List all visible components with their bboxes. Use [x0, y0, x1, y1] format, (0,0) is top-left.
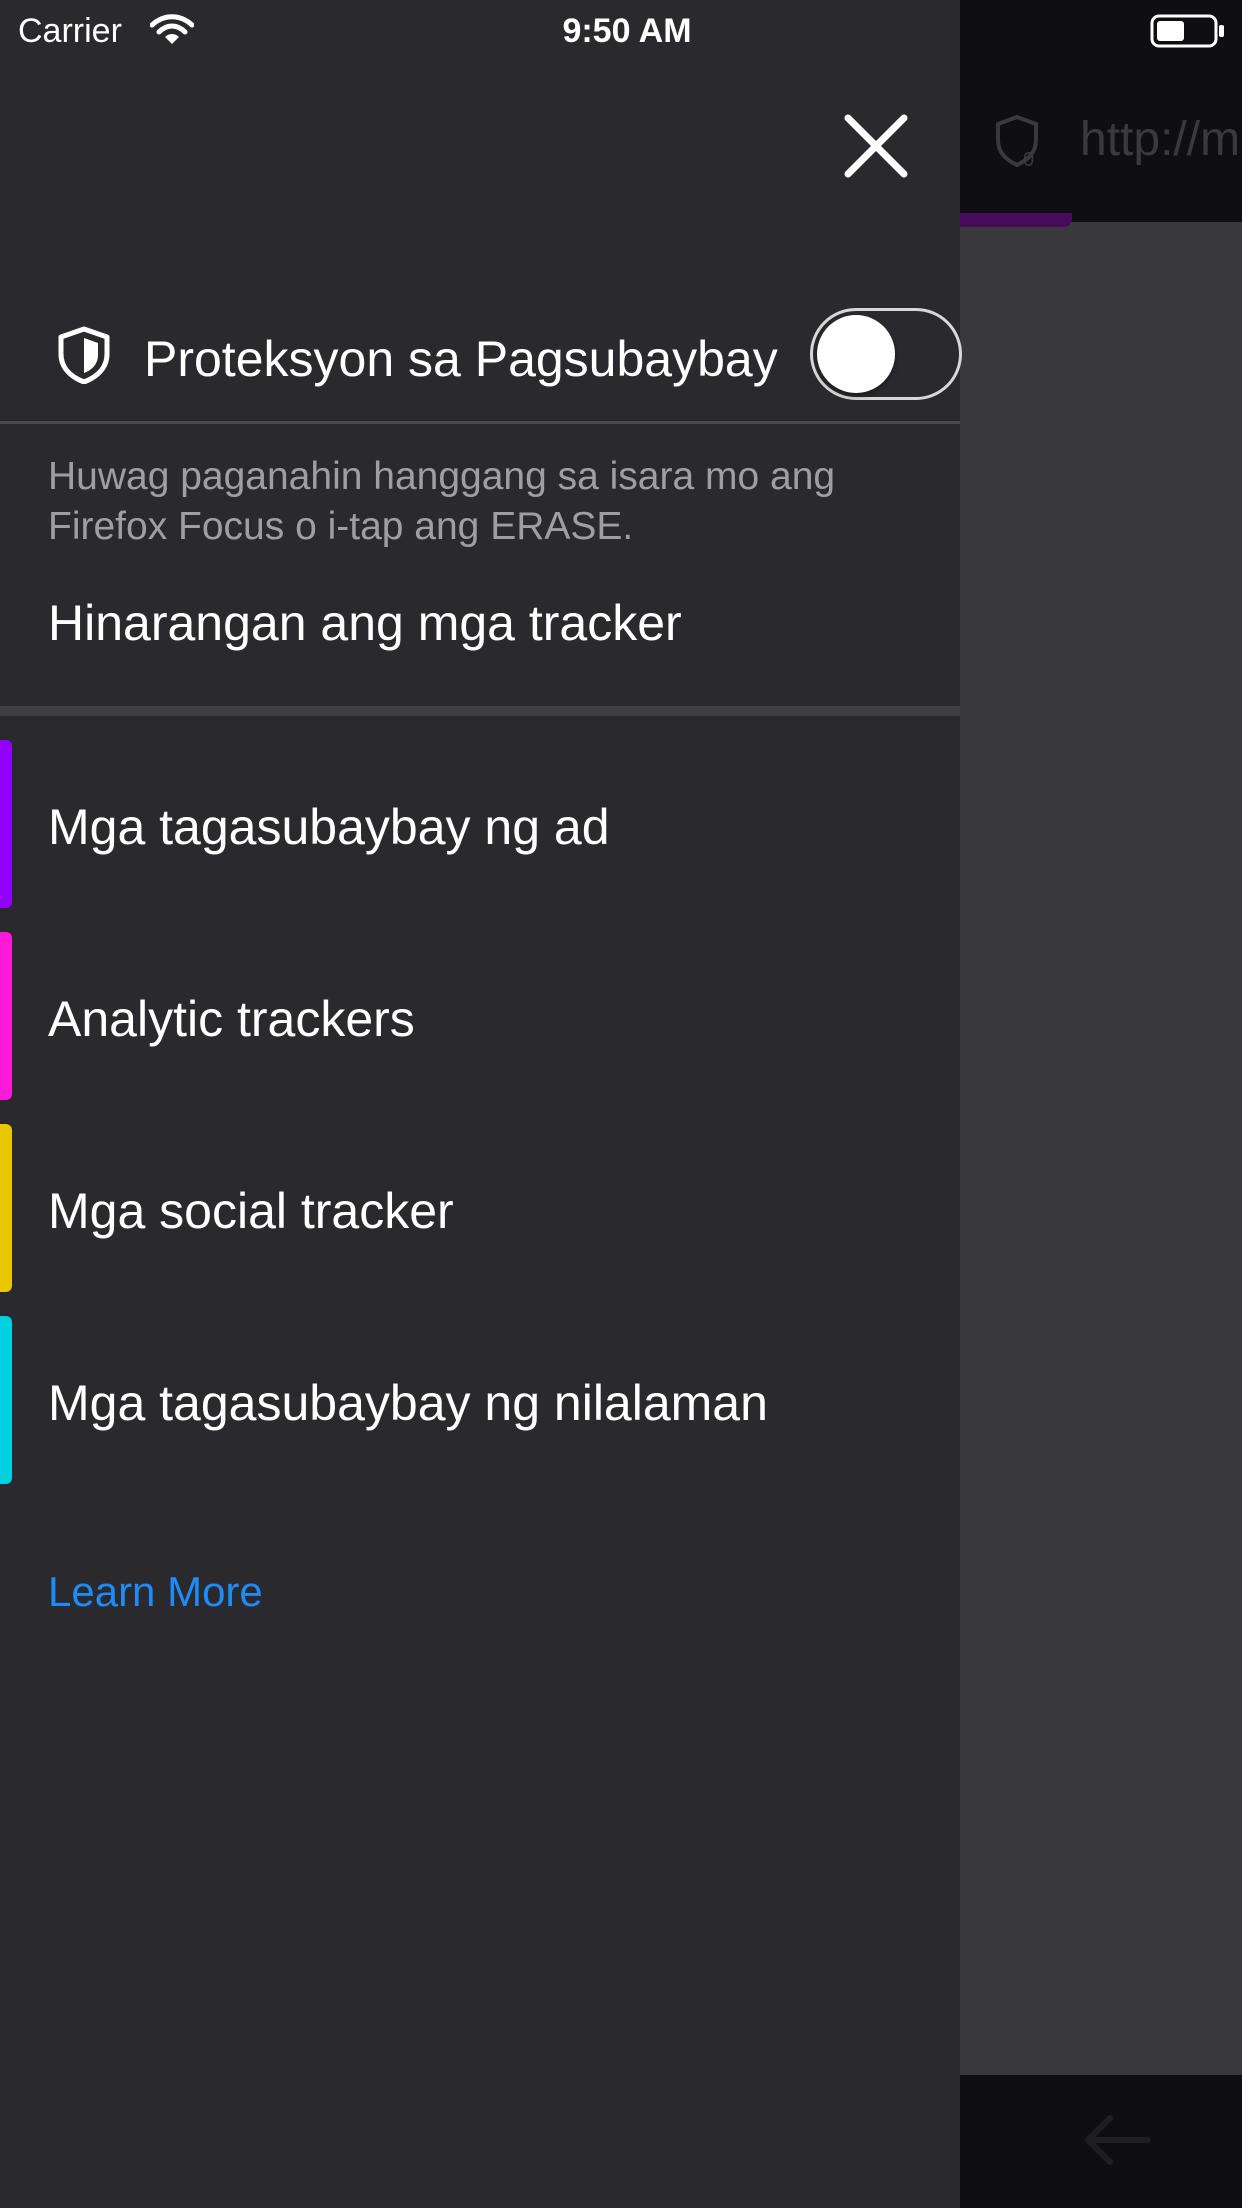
shield-icon — [58, 326, 110, 384]
svg-text:0: 0 — [1023, 149, 1034, 168]
tracker-row-social: Mga social tracker — [0, 1124, 960, 1292]
tracker-label: Mga tagasubaybay ng nilalaman — [48, 1375, 768, 1431]
tracker-row-content: Mga tagasubaybay ng nilalaman — [0, 1316, 960, 1484]
learn-more-link[interactable]: Learn More — [48, 1568, 263, 1616]
tracker-color-bar — [0, 932, 12, 1100]
status-bar: Carrier 9:50 AM — [0, 0, 1242, 62]
tracker-label: Analytic trackers — [48, 991, 415, 1047]
tracking-protection-toggle[interactable] — [810, 308, 962, 400]
tracker-color-bar — [0, 740, 12, 908]
toggle-knob — [817, 315, 895, 393]
tracker-label: Mga social tracker — [48, 1183, 454, 1239]
section-divider — [0, 706, 960, 716]
tracking-shield-icon[interactable]: 0 — [993, 114, 1041, 168]
url-text[interactable]: http://m — [1080, 112, 1240, 167]
battery-icon — [1150, 14, 1224, 48]
back-arrow-icon[interactable] — [1080, 2112, 1152, 2168]
tracker-color-bar — [0, 1316, 12, 1484]
tracking-protection-title: Proteksyon sa Pagsubaybay — [144, 331, 778, 387]
clock: 9:50 AM — [562, 12, 692, 50]
tracking-protection-panel: Proteksyon sa Pagsubaybay Huwag paganahi… — [0, 0, 962, 2208]
blocked-trackers-heading: Hinarangan ang mga tracker — [48, 595, 682, 651]
tracker-row-analytic: Analytic trackers — [0, 932, 960, 1100]
tracking-protection-row: Proteksyon sa Pagsubaybay — [0, 304, 962, 424]
tracker-row-ad: Mga tagasubaybay ng ad — [0, 740, 960, 908]
tracking-protection-description: Huwag paganahin hanggang sa isara mo ang… — [48, 455, 836, 548]
close-icon — [844, 114, 908, 178]
tracker-color-bar — [0, 1124, 12, 1292]
tracker-label: Mga tagasubaybay ng ad — [48, 799, 610, 855]
close-button[interactable] — [836, 106, 916, 186]
